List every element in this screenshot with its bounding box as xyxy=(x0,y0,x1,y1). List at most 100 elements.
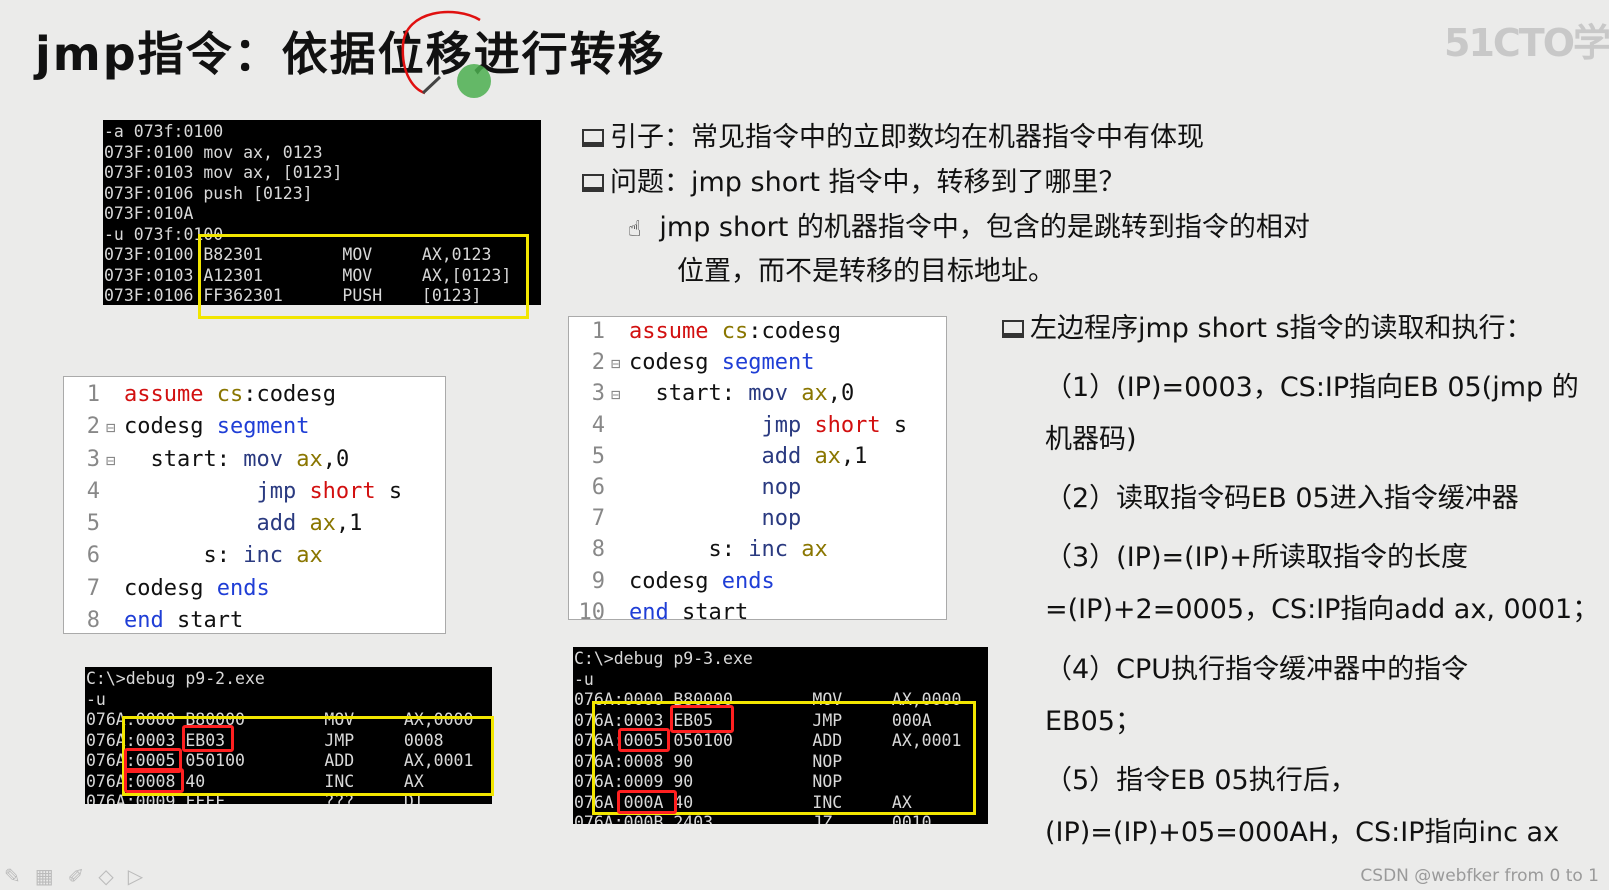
code-token: ax xyxy=(296,446,323,472)
terminal-line: C:\>debug p9-3.exe xyxy=(574,649,753,668)
fold-icon[interactable] xyxy=(106,541,124,572)
bullet-question: 问题：jmp short 指令中，转移到了哪里？ xyxy=(582,160,1126,199)
hand-pointer-icon: ☝ xyxy=(628,217,642,242)
code-token: s: xyxy=(124,543,244,569)
fold-icon[interactable] xyxy=(611,318,629,348)
line-number: 7 xyxy=(86,575,100,601)
code-token: ,0 xyxy=(827,381,855,407)
bullet-icon xyxy=(1002,320,1024,338)
code-token: start: xyxy=(629,381,749,407)
terminal-line: 073F:0103 mov ax, [0123] xyxy=(104,163,343,182)
code-token: codesg xyxy=(629,568,722,594)
code-line: 6 s: inc ax xyxy=(64,540,445,572)
code-token: ,1 xyxy=(840,443,868,469)
fold-icon[interactable] xyxy=(611,474,629,504)
code-line: 2 ⊟ codesg segment xyxy=(569,348,946,379)
fold-icon[interactable] xyxy=(611,505,629,535)
code-line: 3 ⊟ start: mov ax,0 xyxy=(569,379,946,410)
code-token: ends xyxy=(216,575,270,601)
fold-icon[interactable] xyxy=(106,606,124,637)
code-token: codesg xyxy=(629,350,722,376)
fold-icon[interactable] xyxy=(611,568,629,598)
yellow-highlight xyxy=(198,234,529,319)
code-token: short xyxy=(309,478,389,504)
code-token: inc xyxy=(748,537,802,563)
step-text: （5）指令EB 05执行后， xyxy=(1045,765,1357,796)
step-text: =(IP)+2=0005，CS:IP指向add ax, 0001； xyxy=(1045,594,1600,625)
code-token: ,0 xyxy=(322,446,350,472)
code-token: :codesg xyxy=(243,382,336,407)
line-number: 5 xyxy=(86,511,100,537)
code-token: end xyxy=(124,608,177,634)
code-token: cs xyxy=(721,319,749,344)
bullet-icon xyxy=(582,129,604,147)
fold-icon[interactable]: ⊟ xyxy=(611,349,629,379)
fold-icon[interactable] xyxy=(106,477,124,508)
fold-icon[interactable] xyxy=(611,443,629,473)
code-token: ax xyxy=(309,511,336,537)
code-line: 8 s: inc ax xyxy=(569,535,946,566)
code-line: 2 ⊟ codesg segment xyxy=(64,411,445,443)
code-token: jmp xyxy=(629,412,815,438)
red-highlight xyxy=(618,728,670,752)
terminal-line: 073F:0100 mov ax, 0123 xyxy=(104,142,323,162)
code-line: 4 jmp short s xyxy=(64,476,445,508)
bullet-text: 问题：jmp short 指令中，转移到了哪里？ xyxy=(610,167,1126,198)
line-number: 10 xyxy=(578,599,606,625)
fold-icon[interactable]: ⊟ xyxy=(106,412,124,443)
sub-text-2: 位置，而不是转移的目标地址。 xyxy=(677,256,1055,287)
fold-icon[interactable] xyxy=(611,412,629,442)
code-token: assume xyxy=(124,382,217,407)
bullet-program: 左边程序jmp short s指令的读取和执行： xyxy=(1002,306,1533,345)
step-text: （2）读取指令码EB 05进入指令缓冲器 xyxy=(1045,483,1519,514)
code-token: ax xyxy=(801,537,828,563)
fold-icon[interactable]: ⊟ xyxy=(106,445,124,476)
line-number: 8 xyxy=(591,537,605,563)
code-line: 3 ⊟ start: mov ax,0 xyxy=(64,444,445,476)
line-number: 2 xyxy=(86,414,100,440)
code-token: ,1 xyxy=(335,511,363,537)
fold-icon[interactable] xyxy=(611,536,629,566)
fold-icon[interactable] xyxy=(106,574,124,605)
red-highlight xyxy=(124,768,184,793)
code-line: 7 nop xyxy=(569,504,946,535)
code-line: 4 jmp short s xyxy=(569,411,946,442)
code-token: cs xyxy=(216,382,244,407)
line-number: 5 xyxy=(591,443,605,469)
terminal-line: C:\>debug p9-2.exe xyxy=(86,669,265,688)
code-line: 1 assume cs:codesg xyxy=(64,379,445,411)
fold-icon[interactable] xyxy=(611,599,629,629)
code-editor-2: 1 assume cs:codesg 2 ⊟ codesg segment 3 ⊟ sta… xyxy=(568,316,947,625)
code-token: mov xyxy=(748,381,802,407)
code-line: 5 add ax,1 xyxy=(64,508,445,540)
code-token: assume xyxy=(629,319,722,344)
terminal-line: -u xyxy=(574,669,594,689)
bullet-intro: 引子：常见指令中的立即数均在机器指令中有体现 xyxy=(582,115,1204,154)
code-token: add xyxy=(124,511,310,537)
code-token: codesg xyxy=(124,414,217,440)
line-number: 1 xyxy=(86,382,100,407)
watermark-logo: 51CTO学 xyxy=(1444,21,1609,65)
bullet-icon xyxy=(582,174,604,192)
code-token: ax xyxy=(814,443,841,469)
code-token: end xyxy=(629,599,682,625)
line-number: 1 xyxy=(591,319,605,344)
fold-icon[interactable] xyxy=(106,380,124,411)
slide-title: jmp指令：依据位移进行转移 xyxy=(35,27,666,81)
code-line: 9 codesg ends xyxy=(569,567,946,598)
code-token: :codesg xyxy=(748,319,841,344)
code-line: 8 end start xyxy=(64,605,445,637)
slide-toolbar[interactable]: ✎▦✐◇▷ xyxy=(4,864,157,888)
fold-icon[interactable] xyxy=(106,509,124,540)
line-number: 3 xyxy=(591,381,605,407)
code-token: segment xyxy=(721,350,815,376)
line-number: 6 xyxy=(86,543,100,569)
step-text: （4）CPU执行指令缓冲器中的指令 xyxy=(1045,654,1469,685)
step-text: （3）(IP)=(IP)+所读取指令的长度 xyxy=(1045,542,1469,573)
step-text: （1）(IP)=0003，CS:IP指向EB 05(jmp 的 xyxy=(1045,372,1579,403)
code-token: segment xyxy=(216,414,310,440)
fold-icon[interactable]: ⊟ xyxy=(611,380,629,410)
sub-bullet: ☝ jmp short 的机器指令中，包含的是跳转到指令的相对 xyxy=(628,205,1310,244)
code-token: ends xyxy=(721,568,775,594)
code-line: 7 codesg ends xyxy=(64,573,445,605)
